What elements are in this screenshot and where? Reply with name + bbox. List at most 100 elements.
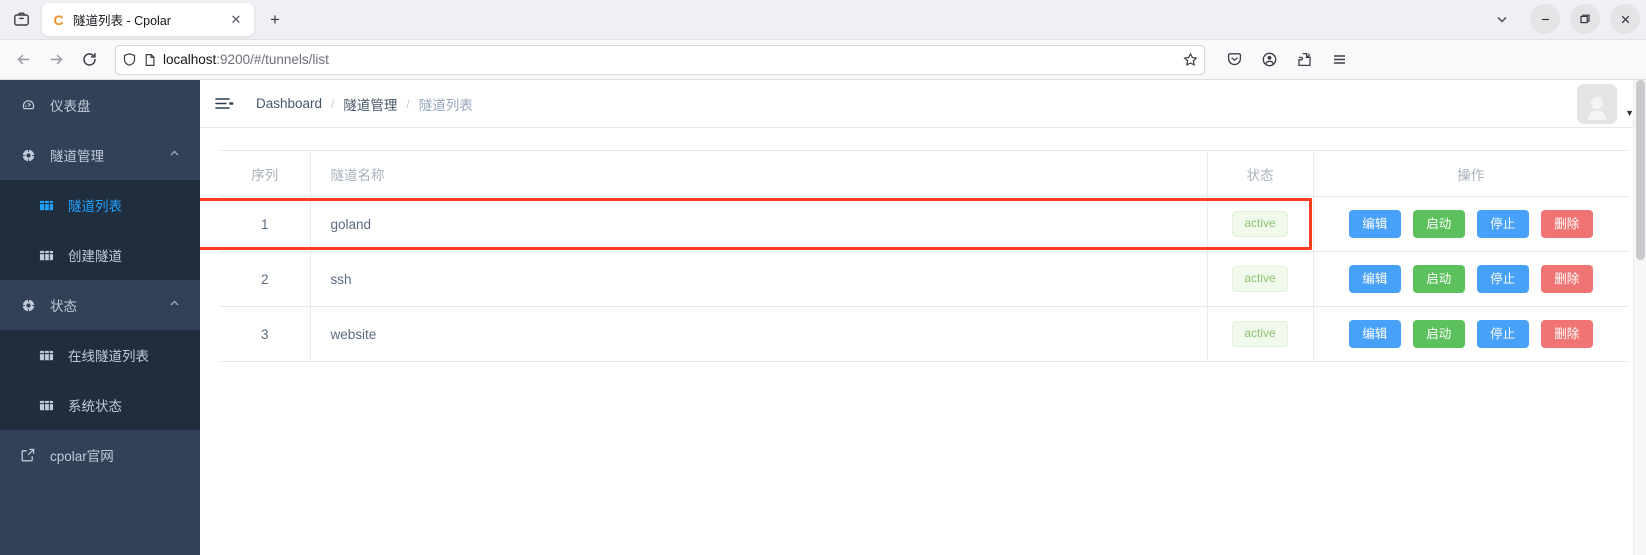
start-button[interactable]: 启动 bbox=[1412, 319, 1465, 349]
column-header-index: 序列 bbox=[220, 150, 310, 197]
url-path: :9200/#/tunnels/list bbox=[216, 52, 329, 67]
cell-status: active bbox=[1206, 196, 1313, 252]
cell-status: active bbox=[1206, 251, 1313, 307]
tunnel-table: 序列 隧道名称 状态 操作 1 goland active 编辑 启动 停止 删… bbox=[220, 150, 1628, 362]
url-text: localhost:9200/#/tunnels/list bbox=[163, 52, 1177, 67]
window-maximize-button[interactable] bbox=[1570, 4, 1600, 34]
breadcrumb-item-dashboard[interactable]: Dashboard bbox=[256, 96, 322, 111]
content-area: Dashboard / 隧道管理 / 隧道列表 ▼ 序列 隧道名称 状态 操作 … bbox=[200, 80, 1646, 555]
back-button-icon[interactable] bbox=[8, 44, 39, 75]
tab-close-icon[interactable]: ✕ bbox=[227, 11, 245, 29]
cell-tunnel-name: website bbox=[309, 306, 1207, 362]
column-header-status: 状态 bbox=[1206, 150, 1313, 197]
page-scrollbar[interactable] bbox=[1633, 80, 1646, 555]
sidebar-item-label: 状态 bbox=[50, 299, 77, 314]
save-to-pocket-icon[interactable] bbox=[1219, 44, 1250, 75]
sidebar-item-label: 创建隧道 bbox=[68, 249, 122, 264]
cell-tunnel-name: ssh bbox=[309, 251, 1207, 307]
window-minimize-button[interactable] bbox=[1530, 4, 1560, 34]
start-button[interactable]: 启动 bbox=[1412, 264, 1465, 294]
browser-window: C 隧道列表 - Cpolar ✕ + localhost:9200/#/tun… bbox=[0, 0, 1646, 555]
sidebar-item-label: 隧道列表 bbox=[68, 199, 122, 214]
stop-button[interactable]: 停止 bbox=[1476, 264, 1529, 294]
cell-index: 1 bbox=[220, 196, 310, 252]
grid-icon bbox=[38, 248, 54, 263]
address-bar[interactable]: localhost:9200/#/tunnels/list bbox=[115, 44, 1205, 75]
toolbar-right-icons bbox=[1219, 44, 1355, 75]
extensions-icon[interactable] bbox=[1289, 44, 1320, 75]
window-close-button[interactable] bbox=[1610, 4, 1640, 34]
stop-button[interactable]: 停止 bbox=[1476, 319, 1529, 349]
grid-icon bbox=[38, 348, 54, 363]
sidebar-group-tunnel-management[interactable]: 隧道管理 bbox=[0, 130, 200, 180]
delete-button[interactable]: 删除 bbox=[1540, 319, 1593, 349]
sidebar-group-status[interactable]: 状态 bbox=[0, 280, 200, 330]
external-link-icon bbox=[20, 447, 36, 463]
grid-icon bbox=[38, 198, 54, 213]
breadcrumb-item-tunnel-management[interactable]: 隧道管理 bbox=[343, 94, 397, 114]
sidebar-item-label: 在线隧道列表 bbox=[68, 349, 149, 364]
navigation-toolbar: localhost:9200/#/tunnels/list bbox=[0, 40, 1646, 80]
stop-button[interactable]: 停止 bbox=[1476, 209, 1529, 239]
sidebar-item-create-tunnel[interactable]: 创建隧道 bbox=[0, 230, 200, 280]
tunnel-icon bbox=[20, 148, 36, 163]
cell-index: 2 bbox=[220, 251, 310, 307]
table-row[interactable]: 2 ssh active 编辑 启动 停止 删除 bbox=[220, 251, 1628, 307]
sidebar-item-label: 隧道管理 bbox=[50, 149, 104, 164]
cell-actions: 编辑 启动 停止 删除 bbox=[1312, 196, 1628, 252]
sidebar: 仪表盘 隧道管理 隧道列表 创建隧道 状态 在线隧道列表 系统状态 cpolar… bbox=[0, 80, 200, 555]
edit-button[interactable]: 编辑 bbox=[1348, 264, 1401, 294]
grid-icon bbox=[38, 398, 54, 413]
edit-button[interactable]: 编辑 bbox=[1348, 319, 1401, 349]
delete-button[interactable]: 删除 bbox=[1540, 209, 1593, 239]
account-icon[interactable] bbox=[1254, 44, 1285, 75]
sidebar-item-label: cpolar官网 bbox=[50, 449, 114, 464]
page-info-icon bbox=[143, 53, 157, 67]
tab-title: 隧道列表 - Cpolar bbox=[73, 14, 171, 28]
status-badge: active bbox=[1232, 266, 1288, 292]
hamburger-icon[interactable] bbox=[214, 95, 238, 112]
new-tab-button[interactable]: + bbox=[260, 5, 290, 35]
status-badge: active bbox=[1232, 321, 1288, 347]
breadcrumb-separator: / bbox=[406, 96, 410, 111]
breadcrumb: Dashboard / 隧道管理 / 隧道列表 bbox=[256, 94, 473, 114]
chevron-up-icon bbox=[169, 298, 180, 312]
delete-button[interactable]: 删除 bbox=[1540, 264, 1593, 294]
browser-tab[interactable]: C 隧道列表 - Cpolar ✕ bbox=[42, 3, 254, 36]
sidebar-item-dashboard[interactable]: 仪表盘 bbox=[0, 80, 200, 130]
bookmark-star-icon[interactable] bbox=[1183, 52, 1198, 67]
cell-tunnel-name: goland bbox=[309, 196, 1207, 252]
sidebar-item-cpolar-website[interactable]: cpolar官网 bbox=[0, 430, 200, 480]
firefox-view-button[interactable] bbox=[0, 0, 42, 39]
cell-actions: 编辑 启动 停止 删除 bbox=[1312, 306, 1628, 362]
scrollbar-thumb[interactable] bbox=[1636, 80, 1645, 260]
forward-button-icon[interactable] bbox=[41, 44, 72, 75]
url-host: localhost bbox=[163, 52, 217, 67]
page-topbar: Dashboard / 隧道管理 / 隧道列表 ▼ bbox=[200, 80, 1646, 128]
avatar[interactable] bbox=[1577, 83, 1618, 124]
table-header-row: 序列 隧道名称 状态 操作 bbox=[220, 150, 1628, 197]
tabstrip-right-controls bbox=[1484, 0, 1646, 39]
sidebar-item-label: 仪表盘 bbox=[50, 99, 91, 114]
cell-status: active bbox=[1206, 306, 1313, 362]
column-header-actions: 操作 bbox=[1312, 150, 1628, 197]
shield-icon bbox=[122, 52, 137, 67]
sidebar-item-label: 系统状态 bbox=[68, 399, 122, 414]
start-button[interactable]: 启动 bbox=[1412, 209, 1465, 239]
tab-strip: C 隧道列表 - Cpolar ✕ + bbox=[0, 0, 1646, 40]
topbar-right: ▼ bbox=[1577, 83, 1634, 124]
table-row[interactable]: 1 goland active 编辑 启动 停止 删除 bbox=[220, 196, 1628, 252]
sidebar-item-online-tunnel-list[interactable]: 在线隧道列表 bbox=[0, 330, 200, 380]
cell-index: 3 bbox=[220, 306, 310, 362]
sidebar-submenu-status: 在线隧道列表 系统状态 bbox=[0, 330, 200, 430]
app-menu-icon[interactable] bbox=[1324, 44, 1355, 75]
tab-favicon-icon: C bbox=[53, 11, 64, 28]
list-all-tabs-icon[interactable] bbox=[1484, 3, 1520, 35]
table-row[interactable]: 3 website active 编辑 启动 停止 删除 bbox=[220, 306, 1628, 362]
sidebar-item-tunnel-list[interactable]: 隧道列表 bbox=[0, 180, 200, 230]
sidebar-submenu-tunnel: 隧道列表 创建隧道 bbox=[0, 180, 200, 280]
edit-button[interactable]: 编辑 bbox=[1348, 209, 1401, 239]
sidebar-item-system-status[interactable]: 系统状态 bbox=[0, 380, 200, 430]
breadcrumb-separator: / bbox=[331, 96, 335, 111]
reload-button-icon[interactable] bbox=[74, 44, 105, 75]
